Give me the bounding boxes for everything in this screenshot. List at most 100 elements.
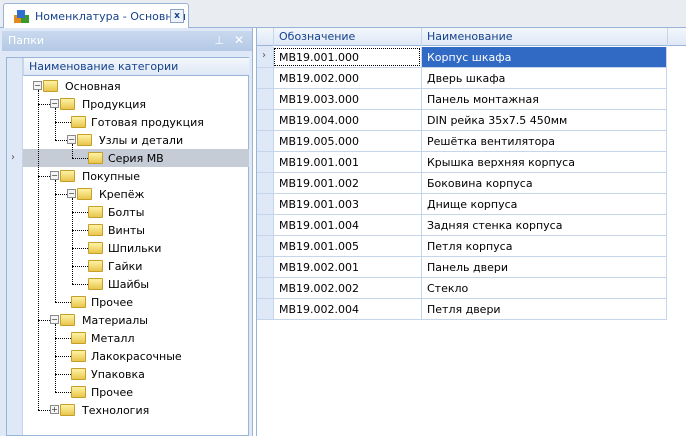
tree-node[interactable]: Металл [23,329,249,347]
table-row[interactable]: МВ19.002.004 Петля двери [257,299,667,320]
folder-icon [71,296,86,308]
cell-name[interactable]: Решётка вентилятора [421,131,667,151]
collapse-icon[interactable]: − [50,171,59,180]
table-row[interactable]: МВ19.004.000 DIN рейка 35x7.5 450мм [257,110,667,131]
tree-node-label: Крепёж [99,188,145,201]
folder-icon [77,188,92,200]
table-row[interactable]: › МВ19.001.000 Корпус шкафа [257,47,667,68]
cell-designation[interactable]: МВ19.002.004 [273,299,421,319]
tree-node[interactable]: Шпильки [23,239,249,257]
grid-header: Обозначение Наименование [257,28,686,46]
cell-name[interactable]: Стекло [421,278,667,298]
tree-node[interactable]: − Материалы [23,311,249,329]
tab-close-button[interactable]: x [170,9,184,23]
cell-designation[interactable]: МВ19.003.000 [273,89,421,109]
column-header-name[interactable]: Наименование [421,28,667,46]
tree-node-label: Прочее [91,386,134,399]
cell-name[interactable]: DIN рейка 35x7.5 450мм [421,110,667,130]
folder-icon [60,404,75,416]
tree-node[interactable]: Винты [23,221,249,239]
cell-designation[interactable]: МВ19.002.001 [273,257,421,277]
folder-icon [71,368,86,380]
tree-connector [72,198,73,284]
table-row[interactable]: МВ19.002.002 Стекло [257,278,667,299]
tree-node[interactable]: Болты [23,203,249,221]
tree-node[interactable]: − Продукция [23,95,249,113]
tree-node[interactable]: − Основная [23,77,249,95]
folder-icon [71,350,86,362]
tree-node[interactable]: Гайки [23,257,249,275]
table-row[interactable]: МВ19.002.001 Панель двери [257,257,667,278]
cell-designation[interactable]: МВ19.004.000 [273,110,421,130]
cell-designation[interactable]: МВ19.001.000 [273,47,421,67]
cell-name[interactable]: Боковина корпуса [421,173,667,193]
cell-name[interactable]: Корпус шкафа [421,47,667,67]
collapse-icon[interactable]: − [50,315,59,324]
folder-icon [88,278,103,290]
folder-icon [88,242,103,254]
cell-name[interactable]: Крышка верхняя корпуса [421,152,667,172]
current-row-arrow-icon: › [11,152,15,163]
tree-node-label: Гайки [108,260,143,273]
tab-nomenclature[interactable]: Номенклатура - Основная x [3,3,189,29]
tree-node[interactable]: − Узлы и детали [23,131,249,149]
tree-node[interactable]: − Крепёж [23,185,249,203]
cell-designation[interactable]: МВ19.001.003 [273,194,421,214]
tree-node[interactable]: Упаковка [23,365,249,383]
tree-connector [55,140,67,141]
cell-name[interactable]: Дверь шкафа [421,68,667,88]
cell-designation[interactable]: МВ19.001.004 [273,215,421,235]
cell-name[interactable]: Панель монтажная [421,89,667,109]
tree-node-label: Готовая продукция [91,116,204,129]
tree-node-label: Винты [108,224,145,237]
tree-node[interactable]: Прочее [23,293,249,311]
tree-node[interactable]: − Покупные [23,167,249,185]
tree-connector [38,90,39,410]
tree-node[interactable]: Готовая продукция [23,113,249,131]
folder-icon [71,116,86,128]
collapse-icon[interactable]: − [67,189,76,198]
table-row[interactable]: МВ19.001.005 Петля корпуса [257,236,667,257]
tree-node-label: Серия МВ [108,152,164,165]
tree-node[interactable]: Лакокрасочные [23,347,249,365]
cell-designation[interactable]: МВ19.001.001 [273,152,421,172]
category-tree[interactable]: Наименование категории − Основная − Продукц… [6,57,249,436]
tree-connector [55,180,56,302]
cell-name[interactable]: Петля корпуса [421,236,667,256]
cell-name[interactable]: Задняя стенка корпуса [421,215,667,235]
column-header-designation[interactable]: Обозначение [273,28,421,46]
folder-icon [60,314,75,326]
cell-name[interactable]: Днище корпуса [421,194,667,214]
cell-name[interactable]: Панель двери [421,257,667,277]
cell-designation[interactable]: МВ19.005.000 [273,131,421,151]
cell-designation[interactable]: МВ19.001.002 [273,173,421,193]
table-row[interactable]: МВ19.003.000 Панель монтажная [257,89,667,110]
table-row[interactable]: МВ19.001.002 Боковина корпуса [257,173,667,194]
folder-icon [71,386,86,398]
tree-node[interactable]: Шайбы [23,275,249,293]
collapse-icon[interactable]: − [67,135,76,144]
tree-node-label: Узлы и детали [99,134,184,147]
cell-designation[interactable]: МВ19.002.000 [273,68,421,88]
pin-icon[interactable]: ⊥ [214,34,224,47]
table-row[interactable]: МВ19.001.003 Днище корпуса [257,194,667,215]
table-row[interactable]: МВ19.001.001 Крышка верхняя корпуса [257,152,667,173]
tree-node[interactable]: Прочее [23,383,249,401]
collapse-icon[interactable]: − [50,99,59,108]
table-row[interactable]: МВ19.001.004 Задняя стенка корпуса [257,215,667,236]
tree-column-header[interactable]: Наименование категории [23,58,249,76]
folders-panel: Папки ⊥ ✕ Наименование категории − Основн… [0,28,253,436]
tree-node-label: Основная [65,80,121,93]
table-row[interactable]: МВ19.002.000 Дверь шкафа [257,68,667,89]
tab-title: Номенклатура - Основная [35,10,186,23]
close-icon[interactable]: ✕ [234,33,244,47]
expand-icon[interactable]: + [50,405,59,414]
tree-node[interactable]: Серия МВ [23,149,249,167]
cubes-icon [14,9,30,24]
collapse-icon[interactable]: − [33,81,42,90]
cell-name[interactable]: Петля двери [421,299,667,319]
cell-designation[interactable]: МВ19.001.005 [273,236,421,256]
tree-node[interactable]: + Технология [23,401,249,419]
cell-designation[interactable]: МВ19.002.002 [273,278,421,298]
table-row[interactable]: МВ19.005.000 Решётка вентилятора [257,131,667,152]
